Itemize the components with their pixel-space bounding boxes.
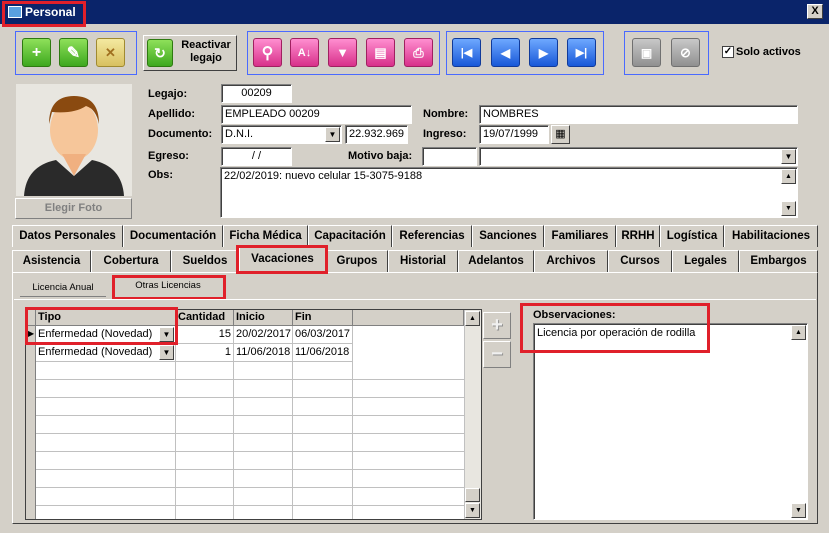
tab-sanciones[interactable]: Sanciones — [472, 225, 544, 247]
nombre-field[interactable]: NOMBRES — [479, 105, 798, 124]
delete-icon[interactable]: ✕ — [96, 38, 125, 67]
observaciones-highlight — [520, 303, 710, 353]
grid-cell-fin[interactable]: 11/06/2018 — [293, 344, 353, 362]
motivo-baja-label: Motivo baja: — [348, 150, 413, 162]
doc-tipo-select[interactable]: D.N.I. — [221, 125, 342, 144]
apellido-label: Apellido: — [148, 108, 196, 120]
calendar-icon[interactable]: ▦ — [551, 125, 570, 144]
edit-icon[interactable]: ✎ — [59, 38, 88, 67]
grid-col-line — [233, 362, 234, 519]
scroll-up-icon[interactable]: ▲ — [791, 325, 806, 340]
subtab-divider — [14, 299, 816, 300]
tab-legales[interactable]: Legales — [672, 250, 739, 272]
tab-rrhh[interactable]: RRHH — [616, 225, 660, 247]
tab-habilitaciones[interactable]: Habilitaciones — [724, 225, 818, 247]
add-row-icon[interactable]: + — [483, 312, 511, 339]
save-icon[interactable]: ▣ — [632, 38, 661, 67]
scroll-thumb[interactable] — [465, 488, 480, 502]
title-highlight — [2, 1, 86, 27]
elegir-foto-button[interactable]: Elegir Foto — [15, 198, 132, 219]
chevron-down-icon[interactable]: ▼ — [325, 127, 340, 142]
apellido-field[interactable]: EMPLEADO 00209 — [221, 105, 412, 124]
tab-archivos[interactable]: Archivos — [534, 250, 608, 272]
obs-textarea[interactable]: 22/02/2019: nuevo celular 15-3075-9188 — [220, 167, 798, 218]
refresh-icon: ↻ — [147, 39, 173, 67]
nombre-label: Nombre: — [423, 108, 469, 120]
reactivar-label: Reactivar legajo — [181, 39, 231, 64]
cancel-icon[interactable]: ⊘ — [671, 38, 700, 67]
tab-logistica[interactable]: Logística — [660, 225, 724, 247]
title-bar — [0, 0, 829, 24]
grid-cell-cantidad[interactable]: 15 — [176, 326, 234, 344]
tab-embargos[interactable]: Embargos — [739, 250, 818, 272]
last-record-icon[interactable]: ▶| — [567, 38, 596, 67]
grid-cell-tipo[interactable]: Enfermedad (Novedad) — [36, 344, 176, 362]
ingreso-label: Ingreso: — [423, 128, 467, 140]
add-icon[interactable]: + — [22, 38, 51, 67]
motivo-baja-code-field[interactable] — [422, 147, 477, 166]
legajo-label: Legajo: — [148, 88, 188, 100]
col-header-inicio[interactable]: Inicio — [234, 310, 293, 326]
reactivar-legajo-button[interactable]: ↻ Reactivar legajo — [143, 35, 237, 71]
grid-cell-fin[interactable]: 06/03/2017 — [293, 326, 353, 344]
egreso-field[interactable]: / / — [221, 147, 292, 166]
vacaciones-highlight — [236, 245, 328, 274]
first-record-icon[interactable]: |◀ — [452, 38, 481, 67]
tab-cursos[interactable]: Cursos — [608, 250, 672, 272]
tab-datos-personales[interactable]: Datos Personales — [12, 225, 123, 247]
next-record-icon[interactable]: ▶ — [529, 38, 558, 67]
tab-historial[interactable]: Historial — [388, 250, 458, 272]
person-avatar-icon — [24, 96, 124, 196]
tab-documentacion[interactable]: Documentación — [123, 225, 223, 247]
tab-adelantos[interactable]: Adelantos — [458, 250, 534, 272]
col-header-cantidad[interactable]: Cantidad — [176, 310, 234, 326]
tab-asistencia[interactable]: Asistencia — [12, 250, 91, 272]
grid-cell-cantidad[interactable]: 1 — [176, 344, 234, 362]
tab-referencias[interactable]: Referencias — [392, 225, 472, 247]
remove-row-icon[interactable]: − — [483, 341, 511, 368]
subtab-licencia-anual[interactable]: Licencia Anual — [20, 279, 106, 297]
col-header-fin[interactable]: Fin — [293, 310, 353, 326]
search-icon[interactable]: ⚲ — [253, 38, 282, 67]
chevron-down-icon[interactable]: ▼ — [781, 149, 796, 164]
scroll-up-icon[interactable]: ▲ — [465, 311, 480, 326]
legajo-field[interactable]: 00209 — [221, 84, 292, 103]
grid-cell-inicio[interactable]: 20/02/2017 — [234, 326, 293, 344]
sort-az-icon[interactable]: A↓ — [290, 38, 319, 67]
egreso-label: Egreso: — [148, 150, 189, 162]
chevron-down-icon[interactable]: ▼ — [159, 345, 174, 360]
prev-record-icon[interactable]: ◀ — [491, 38, 520, 67]
grid-col-line — [175, 362, 176, 519]
print-icon[interactable]: ⎙ — [404, 38, 433, 67]
grid-col-line — [292, 362, 293, 519]
tab-sueldos[interactable]: Sueldos — [171, 250, 239, 272]
row-selector-column: ▶ — [26, 326, 36, 519]
filter-icon[interactable]: ▼ — [328, 38, 357, 67]
report-icon[interactable]: ▤ — [366, 38, 395, 67]
close-button[interactable]: X — [807, 4, 823, 19]
tab-ficha-medica[interactable]: Ficha Médica — [223, 225, 308, 247]
otras-licencias-highlight — [112, 275, 226, 300]
tab-grupos[interactable]: Grupos — [326, 250, 388, 272]
scroll-down-icon[interactable]: ▼ — [465, 503, 480, 518]
obs-label: Obs: — [148, 169, 174, 181]
scroll-down-icon[interactable]: ▼ — [791, 503, 806, 518]
grid-cell-inicio[interactable]: 11/06/2018 — [234, 344, 293, 362]
doc-numero-field[interactable]: 22.932.969 — [345, 125, 408, 144]
grid-col-line — [352, 362, 353, 519]
motivo-baja-select[interactable] — [479, 147, 798, 166]
tab-capacitacion[interactable]: Capacitación — [308, 225, 392, 247]
photo-frame — [16, 84, 132, 196]
grid-empty-rows — [36, 362, 464, 519]
col-header-empty — [353, 310, 464, 326]
scroll-up-icon[interactable]: ▲ — [781, 169, 796, 184]
tipo-highlight — [25, 307, 178, 345]
tab-familiares[interactable]: Familiares — [544, 225, 616, 247]
scroll-down-icon[interactable]: ▼ — [781, 201, 796, 216]
documento-label: Documento: — [148, 128, 213, 140]
tab-cobertura[interactable]: Cobertura — [91, 250, 171, 272]
ingreso-field[interactable]: 19/07/1999 — [479, 125, 549, 144]
